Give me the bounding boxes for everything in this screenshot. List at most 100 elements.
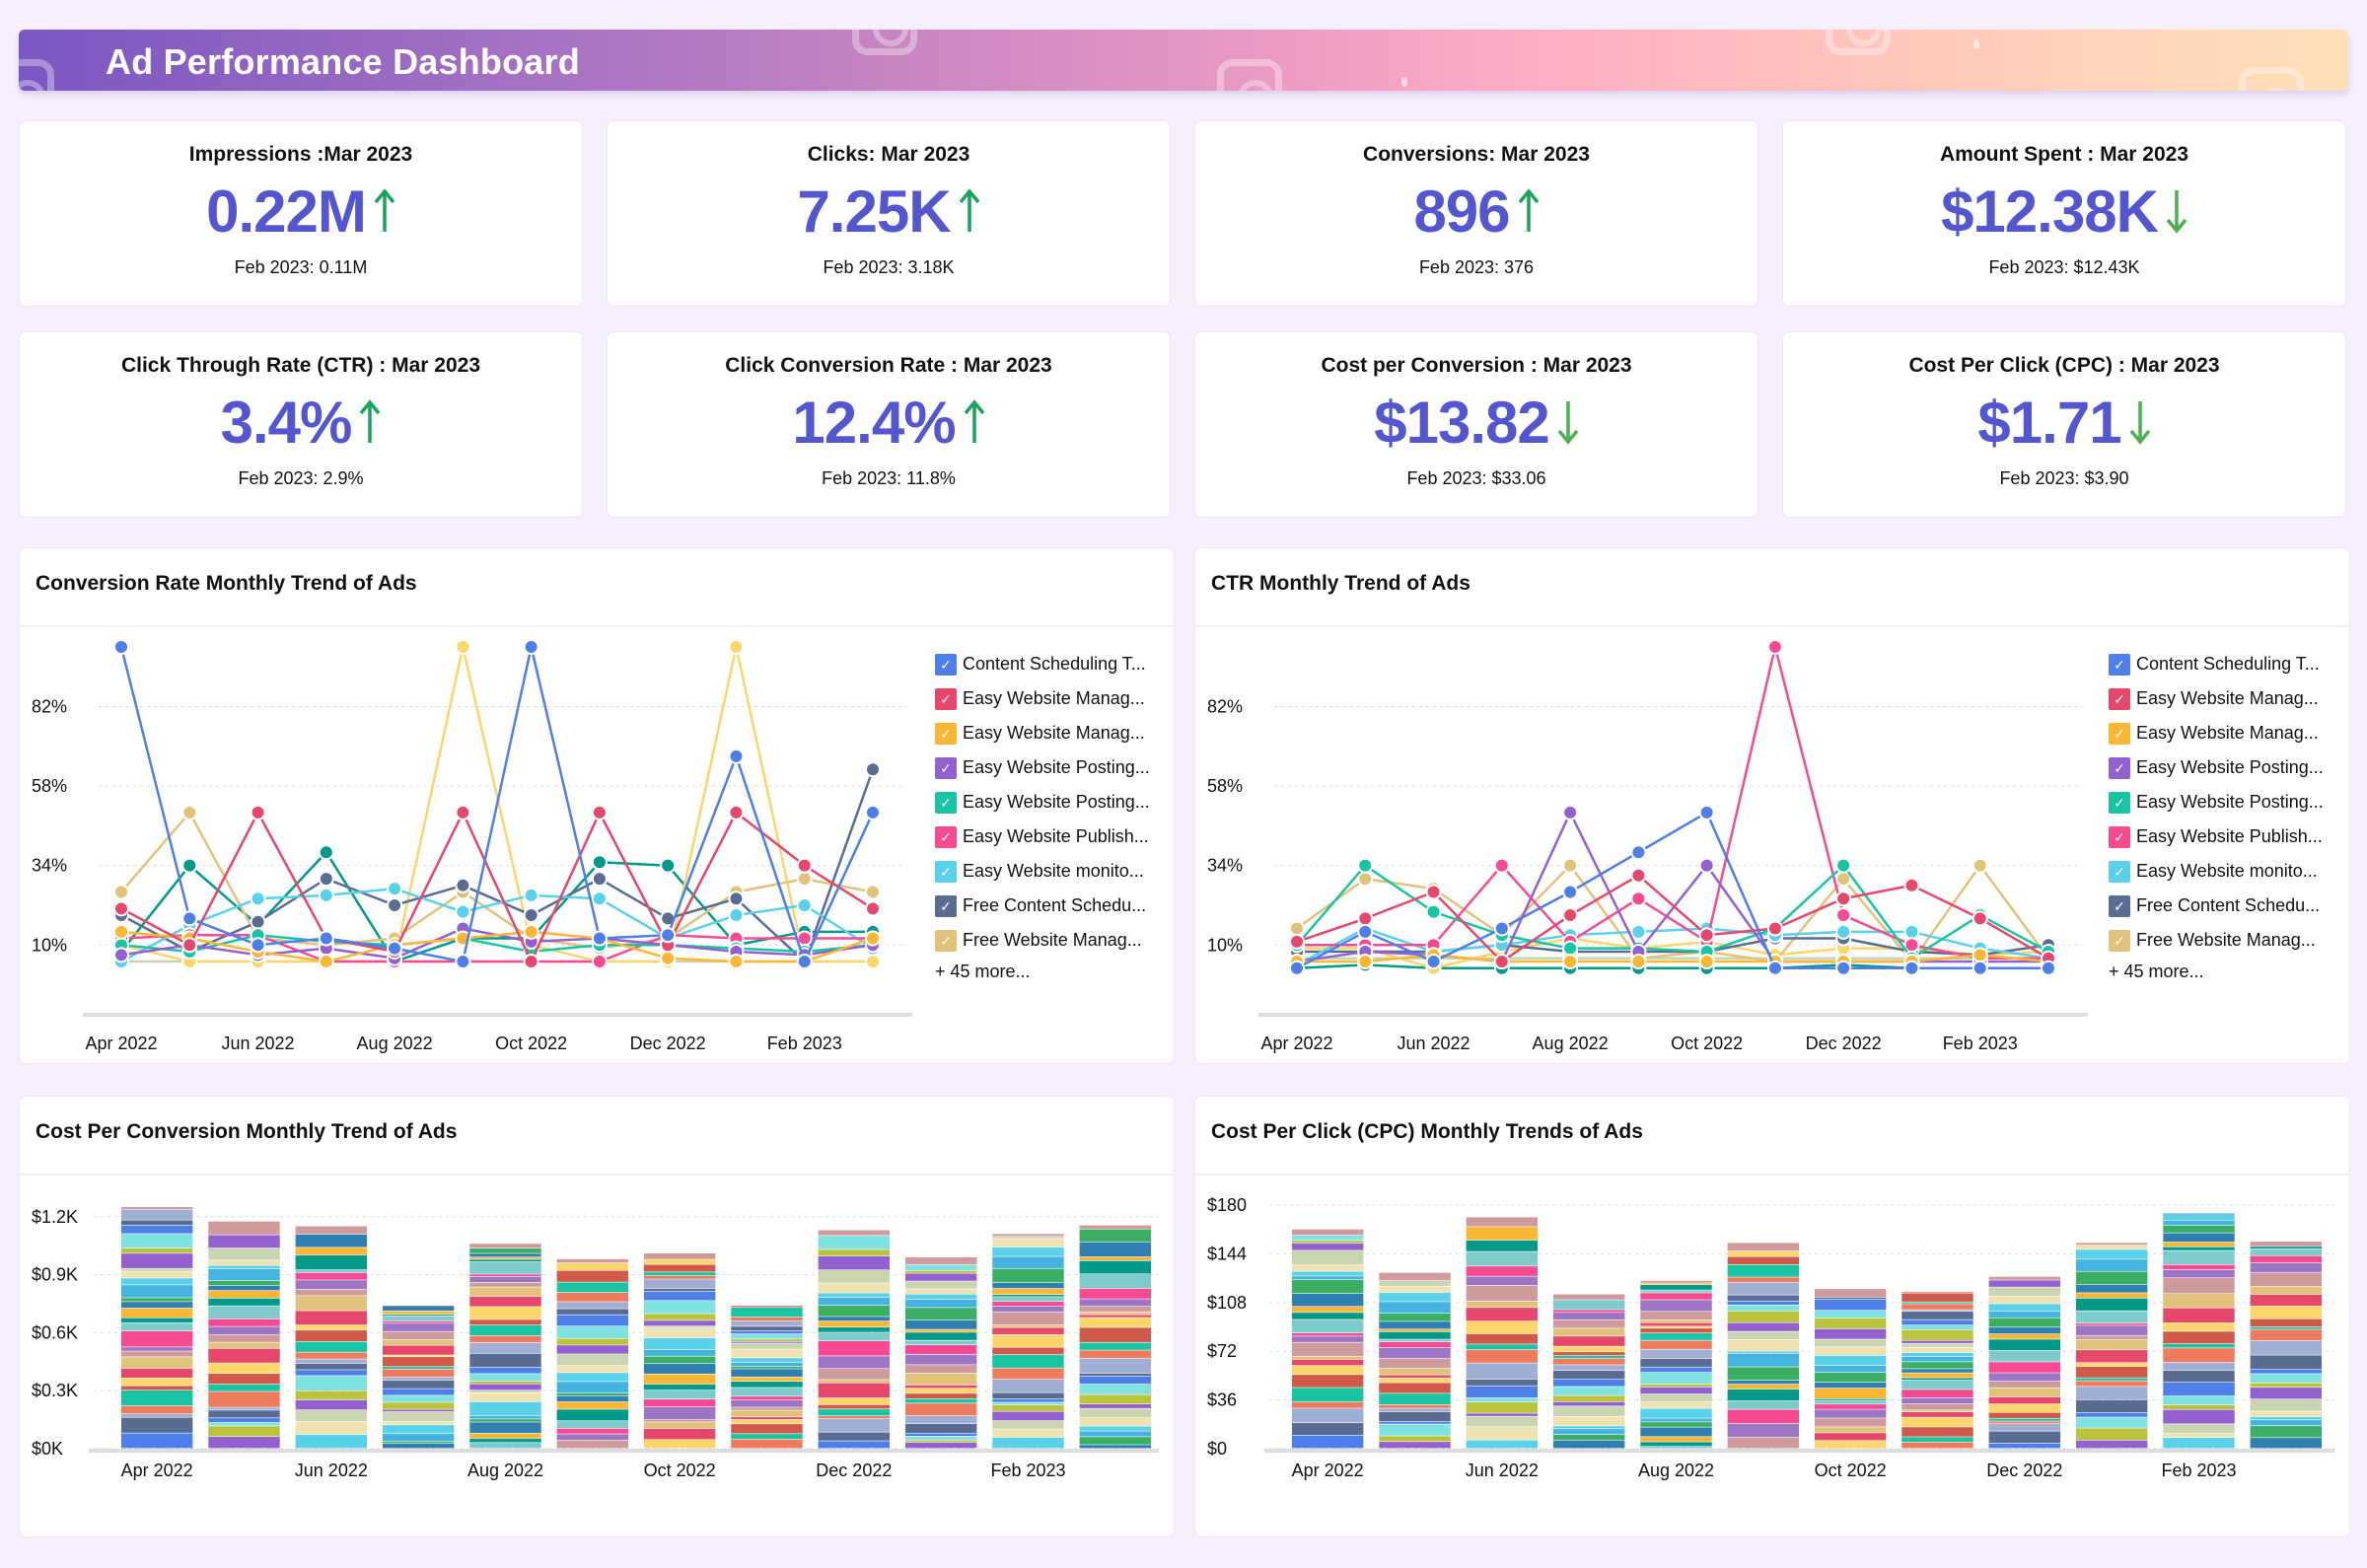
bar-segment[interactable]: [208, 1426, 280, 1437]
bar-segment[interactable]: [992, 1294, 1064, 1297]
data-point[interactable]: [1630, 844, 1647, 861]
bar-segment[interactable]: [295, 1311, 368, 1325]
bar-segment[interactable]: [1079, 1417, 1152, 1426]
bar-segment[interactable]: [1379, 1272, 1451, 1281]
bar-segment[interactable]: [1988, 1388, 2061, 1397]
bar-segment[interactable]: [1727, 1243, 1800, 1251]
data-point[interactable]: [1835, 857, 1852, 874]
bar-segment[interactable]: [208, 1342, 280, 1348]
bar-segment[interactable]: [1379, 1341, 1451, 1348]
bar-segment[interactable]: [992, 1334, 1064, 1347]
bar-segment[interactable]: [2250, 1388, 2323, 1399]
bar-segment[interactable]: [556, 1392, 629, 1396]
bar-segment[interactable]: [1079, 1225, 1152, 1229]
bar-segment[interactable]: [2250, 1374, 2323, 1383]
legend-item[interactable]: ✓ Free Website Manag...: [2109, 923, 2324, 958]
bar-segment[interactable]: [295, 1399, 368, 1410]
bar-segment[interactable]: [208, 1280, 280, 1286]
bar-segment[interactable]: [382, 1305, 455, 1307]
data-point[interactable]: [1425, 903, 1442, 920]
bar-segment[interactable]: [469, 1353, 541, 1368]
bar-segment[interactable]: [1901, 1347, 1973, 1353]
checkbox-icon[interactable]: ✓: [2109, 825, 2130, 848]
bar-segment[interactable]: [1379, 1321, 1451, 1329]
bar-segment[interactable]: [2250, 1326, 2323, 1329]
bar-segment[interactable]: [556, 1421, 629, 1429]
data-point[interactable]: [1835, 923, 1852, 940]
bar-segment[interactable]: [208, 1363, 280, 1374]
bar-segment[interactable]: [1901, 1319, 1973, 1325]
bar-segment[interactable]: [1079, 1408, 1152, 1418]
data-point[interactable]: [318, 844, 334, 861]
bar-segment[interactable]: [1727, 1351, 1800, 1354]
bar-segment[interactable]: [1291, 1388, 1364, 1402]
bar-segment[interactable]: [1814, 1388, 1887, 1399]
bar-segment[interactable]: [295, 1289, 368, 1296]
bar-segment[interactable]: [382, 1369, 455, 1378]
series-line[interactable]: [1289, 639, 2056, 966]
bar-segment[interactable]: [904, 1423, 977, 1434]
bar-segment[interactable]: [120, 1271, 193, 1278]
bar-stack[interactable]: [2163, 1213, 2235, 1449]
bar-segment[interactable]: [731, 1434, 803, 1440]
bar-segment[interactable]: [2250, 1383, 2323, 1388]
bar-segment[interactable]: [1727, 1339, 1800, 1351]
bar-segment[interactable]: [1727, 1322, 1800, 1331]
bar-segment[interactable]: [1640, 1447, 1712, 1449]
bar-segment[interactable]: [2075, 1325, 2148, 1335]
data-point[interactable]: [250, 913, 266, 930]
bar-segment[interactable]: [556, 1262, 629, 1270]
bar-segment[interactable]: [1552, 1370, 1625, 1380]
checkbox-icon[interactable]: ✓: [935, 756, 957, 779]
bar-segment[interactable]: [1727, 1384, 1800, 1390]
bar-segment[interactable]: [2163, 1409, 2235, 1424]
bar-segment[interactable]: [1079, 1288, 1152, 1299]
bar-segment[interactable]: [2075, 1293, 2148, 1299]
bar-segment[interactable]: [1379, 1378, 1451, 1383]
bar-segment[interactable]: [731, 1326, 803, 1331]
bar-segment[interactable]: [1079, 1426, 1152, 1431]
bar-segment[interactable]: [1291, 1279, 1364, 1294]
bar-segment[interactable]: [556, 1326, 629, 1338]
bar-segment[interactable]: [731, 1305, 803, 1307]
bar-segment[interactable]: [1727, 1301, 1800, 1305]
bar-segment[interactable]: [643, 1374, 716, 1385]
bar-segment[interactable]: [1291, 1229, 1364, 1236]
data-point[interactable]: [1357, 857, 1374, 874]
data-point[interactable]: [865, 900, 881, 917]
bar-segment[interactable]: [1291, 1401, 1364, 1408]
bar-segment[interactable]: [818, 1409, 891, 1416]
bar-segment[interactable]: [1901, 1312, 1973, 1319]
bar-segment[interactable]: [120, 1390, 193, 1406]
bar-segment[interactable]: [469, 1415, 541, 1419]
bar-segment[interactable]: [469, 1274, 541, 1277]
bar-segment[interactable]: [731, 1439, 803, 1449]
data-point[interactable]: [865, 804, 881, 820]
legend-item[interactable]: ✓ Easy Website Posting...: [935, 785, 1150, 820]
data-point[interactable]: [1630, 954, 1647, 970]
bar-segment[interactable]: [208, 1348, 280, 1363]
bar-segment[interactable]: [1640, 1293, 1712, 1300]
bar-segment[interactable]: [1901, 1373, 1973, 1378]
bar-segment[interactable]: [208, 1373, 280, 1385]
checkbox-icon[interactable]: ✓: [935, 825, 957, 848]
bar-segment[interactable]: [469, 1433, 541, 1439]
legend-item[interactable]: ✓ Content Scheduling T...: [2109, 647, 2324, 681]
bar-segment[interactable]: [643, 1279, 716, 1289]
bar-segment[interactable]: [2250, 1355, 2323, 1370]
bar-segment[interactable]: [2163, 1433, 2235, 1438]
bar-segment[interactable]: [1988, 1339, 2061, 1351]
bar-segment[interactable]: [1901, 1403, 1973, 1410]
bar-segment[interactable]: [1640, 1333, 1712, 1340]
bar-segment[interactable]: [469, 1381, 541, 1384]
bar-segment[interactable]: [2163, 1362, 2235, 1371]
legend-item[interactable]: ✓ Easy Website Publish...: [2109, 820, 2324, 854]
bar-segment[interactable]: [1988, 1418, 2061, 1421]
bar-stack[interactable]: [818, 1230, 891, 1449]
bar-segment[interactable]: [2250, 1329, 2323, 1341]
bar-segment[interactable]: [469, 1253, 541, 1257]
bar-segment[interactable]: [382, 1345, 455, 1355]
legend-item[interactable]: ✓ Content Scheduling T...: [935, 647, 1150, 681]
bar-segment[interactable]: [1466, 1427, 1539, 1440]
bar-segment[interactable]: [469, 1257, 541, 1259]
